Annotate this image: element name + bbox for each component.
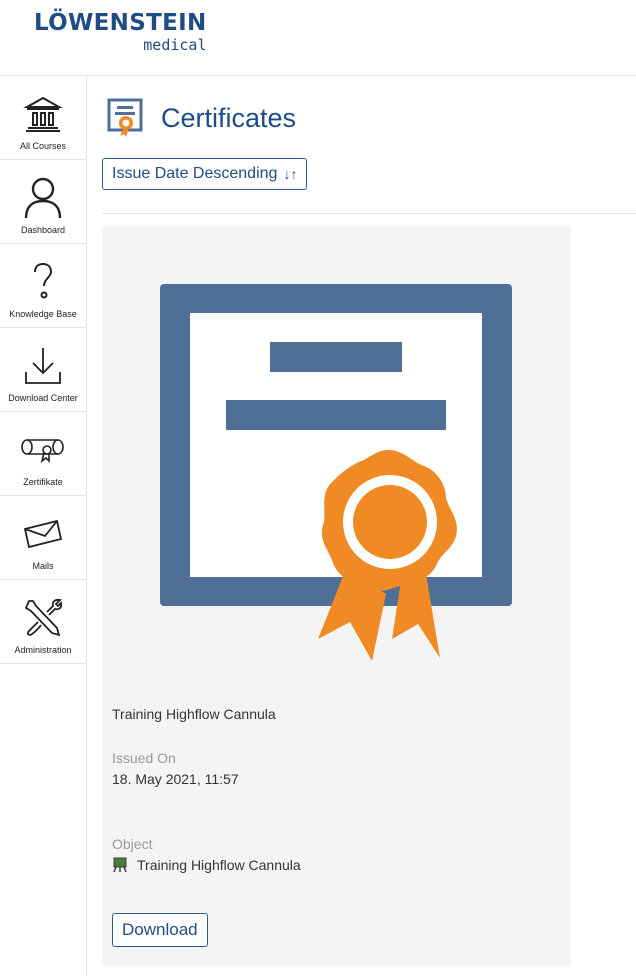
certificate-card: Training Highflow Cannula Issued On 18. … xyxy=(102,226,571,966)
header: LÖWENSTEIN medical xyxy=(0,0,636,76)
sidebar-item-label: Administration xyxy=(14,645,72,655)
page-header: Certificates xyxy=(107,98,296,138)
logo-name: LÖWENSTEIN xyxy=(34,10,207,36)
sort-label: Issue Date Descending xyxy=(112,165,278,182)
question-mark-icon xyxy=(20,259,66,305)
issued-on-value: 18. May 2021, 11:57 xyxy=(112,771,239,787)
sidebar-item-all-courses[interactable]: All Courses xyxy=(0,76,86,160)
object-value: Training Highflow Cannula xyxy=(137,857,301,873)
issued-on-label: Issued On xyxy=(112,750,176,766)
company-logo[interactable]: LÖWENSTEIN medical xyxy=(34,10,207,54)
sort-button[interactable]: Issue Date Descending ↓↑ xyxy=(102,158,308,190)
certificate-title-icon xyxy=(107,98,143,137)
certificate-name: Training Highflow Cannula xyxy=(112,706,276,722)
sidebar-item-mails[interactable]: Mails xyxy=(0,496,86,580)
download-button[interactable]: Download xyxy=(112,913,208,947)
sidebar-item-label: Knowledge Base xyxy=(9,309,77,319)
sidebar: All Courses Dashboard Knowledge Base Dow… xyxy=(0,76,87,976)
user-icon xyxy=(20,175,66,221)
sidebar-item-knowledge-base[interactable]: Knowledge Base xyxy=(0,244,86,328)
sort-arrows-icon: ↓↑ xyxy=(283,166,298,182)
sidebar-item-label: Zertifikate xyxy=(23,477,63,487)
sidebar-item-dashboard[interactable]: Dashboard xyxy=(0,160,86,244)
object-value-row[interactable]: Training Highflow Cannula xyxy=(112,857,301,873)
page-title: Certificates xyxy=(161,102,297,133)
certificate-illustration xyxy=(160,284,512,661)
training-board-icon xyxy=(113,857,127,873)
sidebar-item-administration[interactable]: Administration xyxy=(0,580,86,664)
tools-icon xyxy=(20,595,66,641)
download-icon xyxy=(20,343,66,389)
main-content: Certificates Issue Date Descending ↓↑ Tr… xyxy=(87,76,636,976)
envelope-icon xyxy=(20,511,66,557)
divider xyxy=(102,213,636,214)
certificate-scroll-icon xyxy=(20,427,66,473)
logo-sub: medical xyxy=(143,36,207,54)
sidebar-item-zertifikate[interactable]: Zertifikate xyxy=(0,412,86,496)
sidebar-item-label: Download Center xyxy=(8,393,78,403)
sidebar-item-download-center[interactable]: Download Center xyxy=(0,328,86,412)
object-label: Object xyxy=(112,836,153,852)
courses-building-icon xyxy=(20,91,66,137)
sidebar-item-label: All Courses xyxy=(19,141,66,151)
sidebar-item-label: Dashboard xyxy=(20,225,66,235)
sidebar-item-label: Mails xyxy=(32,561,54,571)
